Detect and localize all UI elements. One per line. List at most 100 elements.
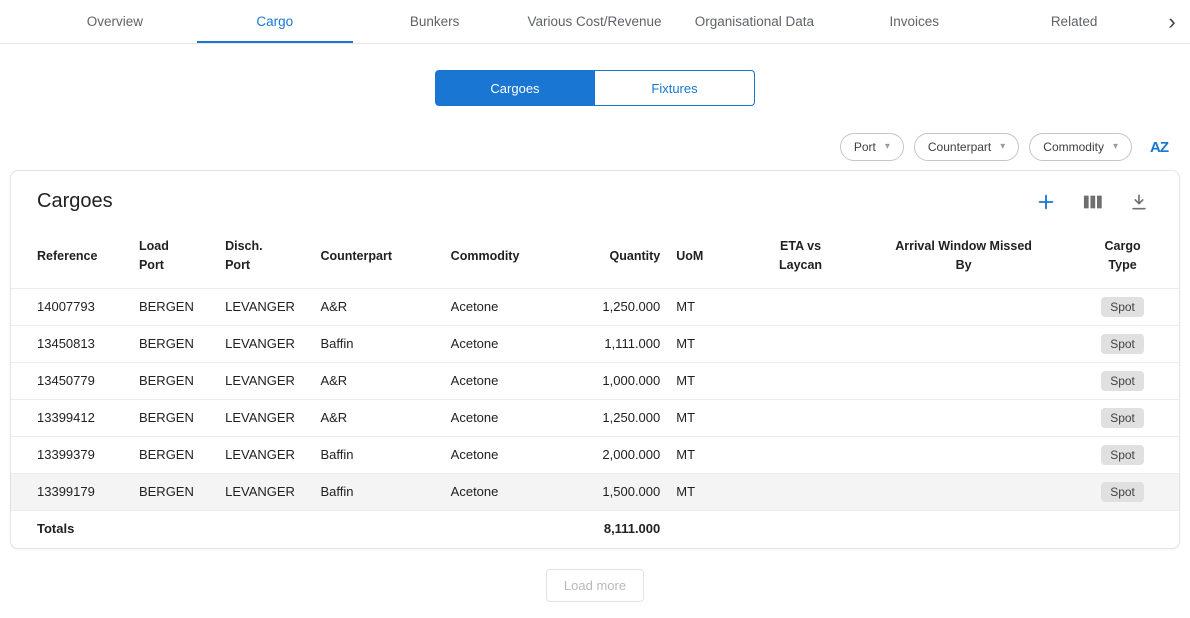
cell-eta-vs-laycan	[740, 436, 861, 473]
cell-arrival-window-missed-by	[861, 436, 1066, 473]
column-header-reference: Reference	[11, 225, 131, 288]
column-header-quantity: Quantity	[571, 225, 668, 288]
cell-load-port: BERGEN	[131, 288, 217, 325]
cell-eta-vs-laycan	[740, 325, 861, 362]
cell-load-port: BERGEN	[131, 362, 217, 399]
cell-load-port: BERGEN	[131, 436, 217, 473]
table-row[interactable]: 14007793BERGENLEVANGERA&RAcetone1,250.00…	[11, 288, 1179, 325]
columns-icon[interactable]	[1083, 193, 1103, 211]
cargo-type-badge: Spot	[1101, 371, 1144, 391]
cell-quantity: 2,000.000	[571, 436, 668, 473]
cell-quantity: 1,000.000	[571, 362, 668, 399]
filter-chip-label: Commodity	[1043, 140, 1104, 154]
cargo-type-badge: Spot	[1101, 445, 1144, 465]
cell-cargo-type: Spot	[1066, 436, 1179, 473]
table-head: ReferenceLoad PortDisch. PortCounterpart…	[11, 225, 1179, 288]
table-row[interactable]: 13399379BERGENLEVANGERBaffinAcetone2,000…	[11, 436, 1179, 473]
cargo-type-badge: Spot	[1101, 408, 1144, 428]
table-row[interactable]: 13450779BERGENLEVANGERA&RAcetone1,000.00…	[11, 362, 1179, 399]
cell-counterpart: A&R	[312, 399, 442, 436]
cell-uom: MT	[668, 436, 740, 473]
cell-reference: 13399379	[11, 436, 131, 473]
column-header-arrival-window-missed-by: Arrival Window Missed By	[861, 225, 1066, 288]
cargoes-card: Cargoes	[10, 170, 1180, 549]
totals-empty-cell	[443, 510, 571, 548]
caret-down-icon: ▾	[885, 142, 890, 152]
table-row[interactable]: 13399412BERGENLEVANGERA&RAcetone1,250.00…	[11, 399, 1179, 436]
filter-chip-port[interactable]: Port ▾	[840, 133, 904, 161]
cell-reference: 13450813	[11, 325, 131, 362]
add-icon[interactable]	[1035, 191, 1057, 213]
totals-empty-cell	[668, 510, 740, 548]
tab-cargo[interactable]: Cargo	[195, 0, 355, 43]
cell-eta-vs-laycan	[740, 399, 861, 436]
table-row[interactable]: 13450813BERGENLEVANGERBaffinAcetone1,111…	[11, 325, 1179, 362]
column-header-uom: UoM	[668, 225, 740, 288]
table-body: 14007793BERGENLEVANGERA&RAcetone1,250.00…	[11, 288, 1179, 548]
cargoes-table: ReferenceLoad PortDisch. PortCounterpart…	[11, 225, 1179, 548]
cargo-type-badge: Spot	[1101, 482, 1144, 502]
cell-disch-port: LEVANGER	[217, 436, 312, 473]
totals-empty-cell	[312, 510, 442, 548]
cell-cargo-type: Spot	[1066, 325, 1179, 362]
cell-counterpart: Baffin	[312, 473, 442, 510]
cell-commodity: Acetone	[443, 399, 571, 436]
column-header-commodity: Commodity	[443, 225, 571, 288]
tab-related[interactable]: Related	[994, 0, 1154, 43]
chevron-right-icon[interactable]: ›	[1154, 0, 1190, 43]
cell-disch-port: LEVANGER	[217, 288, 312, 325]
totals-empty-cell	[217, 510, 312, 548]
card-title: Cargoes	[37, 190, 113, 213]
tab-bunkers[interactable]: Bunkers	[355, 0, 515, 43]
column-header-counterpart: Counterpart	[312, 225, 442, 288]
cargo-type-badge: Spot	[1101, 297, 1144, 317]
cargo-type-badge: Spot	[1101, 334, 1144, 354]
cell-commodity: Acetone	[443, 288, 571, 325]
cell-reference: 13399412	[11, 399, 131, 436]
cell-reference: 13399179	[11, 473, 131, 510]
cell-quantity: 1,250.000	[571, 288, 668, 325]
cell-load-port: BERGEN	[131, 473, 217, 510]
cell-disch-port: LEVANGER	[217, 399, 312, 436]
cell-commodity: Acetone	[443, 473, 571, 510]
tab-overview[interactable]: Overview	[35, 0, 195, 43]
cell-uom: MT	[668, 362, 740, 399]
column-header-disch-port: Disch. Port	[217, 225, 312, 288]
cell-load-port: BERGEN	[131, 325, 217, 362]
cell-arrival-window-missed-by	[861, 325, 1066, 362]
cell-commodity: Acetone	[443, 436, 571, 473]
filter-bar: Port ▾ Counterpart▾ Commodity▾ AZ	[0, 133, 1168, 161]
filter-chip-label: Port	[854, 140, 876, 154]
tab-invoices[interactable]: Invoices	[834, 0, 994, 43]
cell-cargo-type: Spot	[1066, 362, 1179, 399]
cell-quantity: 1,500.000	[571, 473, 668, 510]
tab-organisational-data[interactable]: Organisational Data	[674, 0, 834, 43]
cell-uom: MT	[668, 399, 740, 436]
totals-empty-cell	[861, 510, 1066, 548]
cell-counterpart: A&R	[312, 288, 442, 325]
cell-eta-vs-laycan	[740, 288, 861, 325]
column-header-cargo-type: Cargo Type	[1066, 225, 1179, 288]
filter-chip-commodity[interactable]: Commodity▾	[1029, 133, 1132, 161]
table-header-row: ReferenceLoad PortDisch. PortCounterpart…	[11, 225, 1179, 288]
cell-load-port: BERGEN	[131, 399, 217, 436]
column-header-load-port: Load Port	[131, 225, 217, 288]
cell-disch-port: LEVANGER	[217, 325, 312, 362]
filter-chip-label: Counterpart	[928, 140, 991, 154]
card-actions	[1035, 191, 1153, 213]
sort-alpha-icon[interactable]: AZ	[1150, 139, 1168, 156]
download-icon[interactable]	[1129, 192, 1149, 212]
table-row[interactable]: 13399179BERGENLEVANGERBaffinAcetone1,500…	[11, 473, 1179, 510]
toggle-fixtures[interactable]: Fixtures	[595, 70, 755, 106]
cell-cargo-type: Spot	[1066, 288, 1179, 325]
cell-disch-port: LEVANGER	[217, 362, 312, 399]
filter-chip-counterpart[interactable]: Counterpart▾	[914, 133, 1019, 161]
tab-various-cost-revenue[interactable]: Various Cost/Revenue	[515, 0, 675, 43]
toggle-cargoes[interactable]: Cargoes	[435, 70, 595, 106]
view-toggle-group: CargoesFixtures	[0, 70, 1190, 106]
load-more-wrap: Load more	[0, 569, 1190, 602]
load-more-button[interactable]: Load more	[546, 569, 644, 602]
cell-quantity: 1,250.000	[571, 399, 668, 436]
cell-uom: MT	[668, 473, 740, 510]
cell-cargo-type: Spot	[1066, 399, 1179, 436]
